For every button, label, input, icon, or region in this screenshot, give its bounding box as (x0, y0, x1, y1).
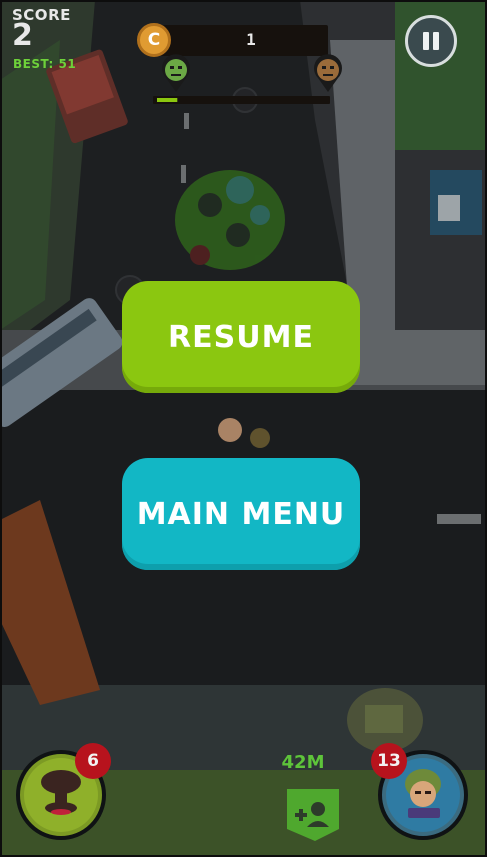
main-menu-button[interactable]: MAIN MENU (122, 458, 360, 570)
soldier-count-badge: 13 (371, 743, 407, 779)
pause-icon (433, 32, 439, 50)
score-value: 2 (12, 18, 34, 53)
nuke-count-badge: 6 (75, 743, 111, 779)
coin-icon: C (137, 23, 171, 57)
best-score: BEST: 51 (13, 57, 77, 71)
add-friend-button[interactable] (281, 787, 345, 843)
pause-button[interactable] (405, 15, 457, 67)
resume-button[interactable]: RESUME (122, 281, 360, 393)
game-scene (0, 0, 487, 857)
distance-text: 42M (281, 752, 325, 773)
pause-icon (423, 32, 429, 50)
coin-count: 1 (246, 30, 256, 49)
